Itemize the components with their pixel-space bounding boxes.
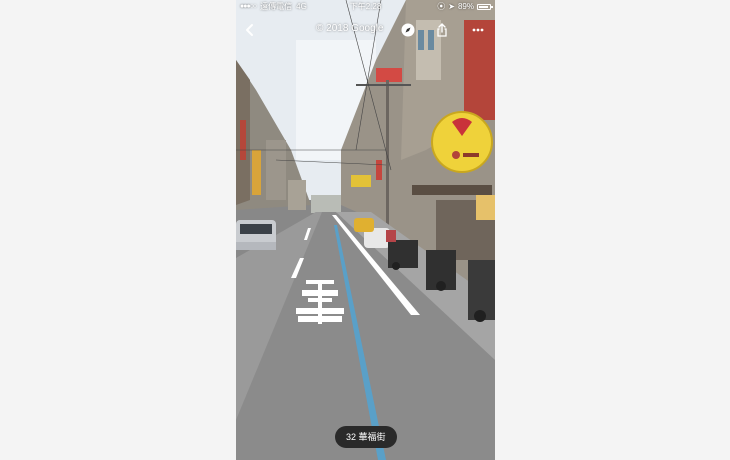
share-icon [437, 23, 447, 37]
orientation-lock-icon: ⦿ [437, 2, 446, 11]
compass-button[interactable] [396, 18, 420, 42]
battery-icon [477, 4, 493, 10]
scooters [388, 240, 418, 268]
road-label-pill[interactable]: 32 華福街 [335, 426, 397, 448]
battery-percent: 89% [457, 2, 474, 11]
street-view-screen[interactable]: ●●●○○ 遠傳電信 4G 下午2:28 ⦿ ➤ 89% © 2018 Goog… [236, 0, 495, 460]
back-button[interactable] [238, 18, 262, 42]
status-bar: ●●●○○ 遠傳電信 4G 下午2:28 ⦿ ➤ 89% [236, 0, 495, 14]
copyright-text: © 2018 Google [316, 23, 384, 34]
more-options-button[interactable] [466, 18, 490, 42]
location-arrow-icon: ➤ [448, 2, 455, 11]
left-shop-sign [252, 150, 261, 195]
share-button[interactable] [430, 18, 454, 42]
chevron-left-icon [246, 24, 253, 36]
street-view-top-bar: © 2018 Google [236, 18, 495, 42]
more-horizontal-icon [472, 28, 484, 32]
street-view-panorama[interactable] [236, 0, 495, 460]
compass-icon [401, 23, 415, 37]
